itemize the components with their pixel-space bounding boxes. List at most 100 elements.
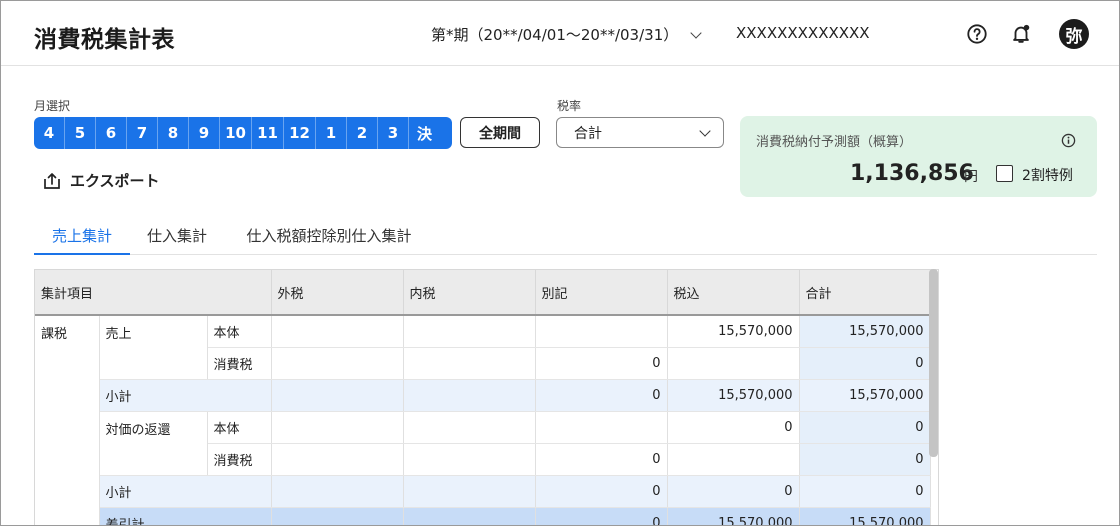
month-12[interactable]: 12: [284, 117, 316, 149]
cell-uchi: [403, 443, 536, 476]
chevron-down-icon: [699, 125, 711, 137]
full-period-button[interactable]: 全期間: [460, 117, 540, 148]
cell-total: 15,570,000: [799, 315, 931, 348]
cell-betsu: 0: [535, 347, 668, 380]
month-selector: 4 5 6 7 8 9 10 11 12 1 2 3 決: [34, 117, 452, 149]
col-header-uchi: 内税: [403, 270, 536, 316]
cell-betsu: [535, 315, 668, 348]
month-6[interactable]: 6: [96, 117, 127, 149]
top-header: 消費税集計表 第*期（20**/04/01〜20**/03/31） XXXXXX…: [1, 1, 1119, 66]
bell-icon[interactable]: [1010, 23, 1032, 45]
cell-item: 差引計: [99, 507, 272, 525]
table-row: 課税 売上 本体 15,570,000 15,570,000: [35, 315, 931, 525]
export-label: エクスポート: [70, 172, 160, 190]
cell-betsu: [535, 411, 668, 444]
cell-total: 0: [799, 443, 931, 476]
cell-zeikomi: [667, 347, 800, 380]
cell-item: 売上: [99, 315, 208, 380]
cell-uchi: [403, 347, 536, 380]
table-row-net-total: 差引計 0 15,570,000 15,570,000: [35, 507, 931, 525]
cell-betsu: 0: [535, 443, 668, 476]
col-header-betsu: 別記: [535, 270, 668, 316]
cell-uchi: [403, 411, 536, 444]
tax-rate-select[interactable]: 合計: [556, 117, 724, 148]
fiscal-period-label: 第*期（20**/04/01〜20**/03/31）: [431, 26, 679, 44]
cell-uchi: [403, 315, 536, 348]
company-name[interactable]: XXXXXXXXXXXXX: [736, 24, 870, 42]
tax-estimate-card: 消費税納付予測額（概算） 1,136,856 円 2割特例: [740, 116, 1097, 197]
col-header-zeikomi: 税込: [667, 270, 800, 316]
cell-zeikomi: 15,570,000: [667, 315, 800, 348]
table-row-subtotal: 小計 0 0 0: [35, 475, 931, 508]
help-icon[interactable]: [966, 23, 988, 45]
cell-item: 小計: [99, 475, 272, 508]
cell-total: 15,570,000: [799, 379, 931, 412]
upload-icon: [44, 172, 60, 189]
aggregation-tabs: 売上集計 仕入集計 仕入税額控除別仕入集計: [34, 223, 1097, 255]
cell-subitem: 消費税: [207, 443, 272, 476]
table-row-subtotal: 小計 0 15,570,000 15,570,000: [35, 379, 931, 412]
month-8[interactable]: 8: [158, 117, 189, 149]
cell-betsu: 0: [535, 507, 668, 525]
tab-purchases[interactable]: 仕入集計: [137, 223, 217, 255]
chevron-down-icon: [690, 26, 702, 39]
col-header-total: 合計: [799, 270, 931, 316]
cell-uchi: [403, 507, 536, 525]
app-window: 消費税集計表 第*期（20**/04/01〜20**/03/31） XXXXXX…: [0, 0, 1120, 526]
cell-total: 0: [799, 347, 931, 380]
col-header-soto: 外税: [271, 270, 404, 316]
cell-betsu: 0: [535, 379, 668, 412]
estimate-title: 消費税納付予測額（概算）: [756, 135, 913, 150]
month-4[interactable]: 4: [34, 117, 65, 149]
col-header-item: 集計項目: [35, 270, 272, 316]
special-20-percent-label[interactable]: 2割特例: [1022, 165, 1073, 185]
month-2[interactable]: 2: [347, 117, 378, 149]
month-settlement[interactable]: 決: [409, 117, 440, 149]
cell-soto: [271, 411, 404, 444]
cell-soto: [271, 475, 404, 508]
cell-zeikomi: 15,570,000: [667, 507, 800, 525]
cell-soto: [271, 507, 404, 525]
month-1[interactable]: 1: [316, 117, 347, 149]
cell-total: 0: [799, 411, 931, 444]
month-select-label: 月選択: [34, 99, 71, 113]
cell-zeikomi: 15,570,000: [667, 379, 800, 412]
avatar[interactable]: 弥: [1059, 19, 1089, 49]
tax-rate-value: 合計: [574, 125, 602, 142]
cell-soto: [271, 347, 404, 380]
estimate-unit: 円: [964, 169, 978, 185]
estimate-amount: 1,136,856: [850, 161, 974, 186]
month-7[interactable]: 7: [127, 117, 158, 149]
info-icon[interactable]: [1061, 133, 1076, 148]
cell-soto: [271, 443, 404, 476]
cell-soto: [271, 315, 404, 348]
cell-item: 対価の返還: [99, 411, 208, 476]
cell-total: 0: [799, 475, 931, 508]
tab-sales[interactable]: 売上集計: [34, 223, 130, 255]
month-10[interactable]: 10: [220, 117, 252, 149]
month-9[interactable]: 9: [189, 117, 220, 149]
cell-subitem: 本体: [207, 411, 272, 444]
cell-uchi: [403, 379, 536, 412]
month-5[interactable]: 5: [65, 117, 96, 149]
tab-purchase-credit[interactable]: 仕入税額控除別仕入集計: [234, 223, 424, 255]
sales-summary-table: 集計項目 外税 内税 別記 税込 合計 課税 売上 本体 15,570,000 …: [34, 269, 939, 525]
cell-uchi: [403, 475, 536, 508]
cell-soto: [271, 379, 404, 412]
cell-item: 小計: [99, 379, 272, 412]
tax-rate-label: 税率: [557, 99, 582, 113]
cell-zeikomi: 0: [667, 475, 800, 508]
month-3[interactable]: 3: [378, 117, 409, 149]
table-header-row: 集計項目 外税 内税 別記 税込 合計: [35, 270, 931, 316]
cell-category: 課税: [35, 315, 100, 525]
cell-subitem: 消費税: [207, 347, 272, 380]
special-20-percent-checkbox[interactable]: [996, 165, 1013, 182]
cell-total: 15,570,000: [799, 507, 931, 525]
cell-subitem: 本体: [207, 315, 272, 348]
export-button[interactable]: エクスポート: [42, 170, 160, 191]
fiscal-period-dropdown[interactable]: 第*期（20**/04/01〜20**/03/31）: [431, 24, 702, 45]
month-11[interactable]: 11: [252, 117, 284, 149]
cell-betsu: 0: [535, 475, 668, 508]
cell-zeikomi: [667, 443, 800, 476]
table-scrollbar[interactable]: [929, 269, 938, 457]
